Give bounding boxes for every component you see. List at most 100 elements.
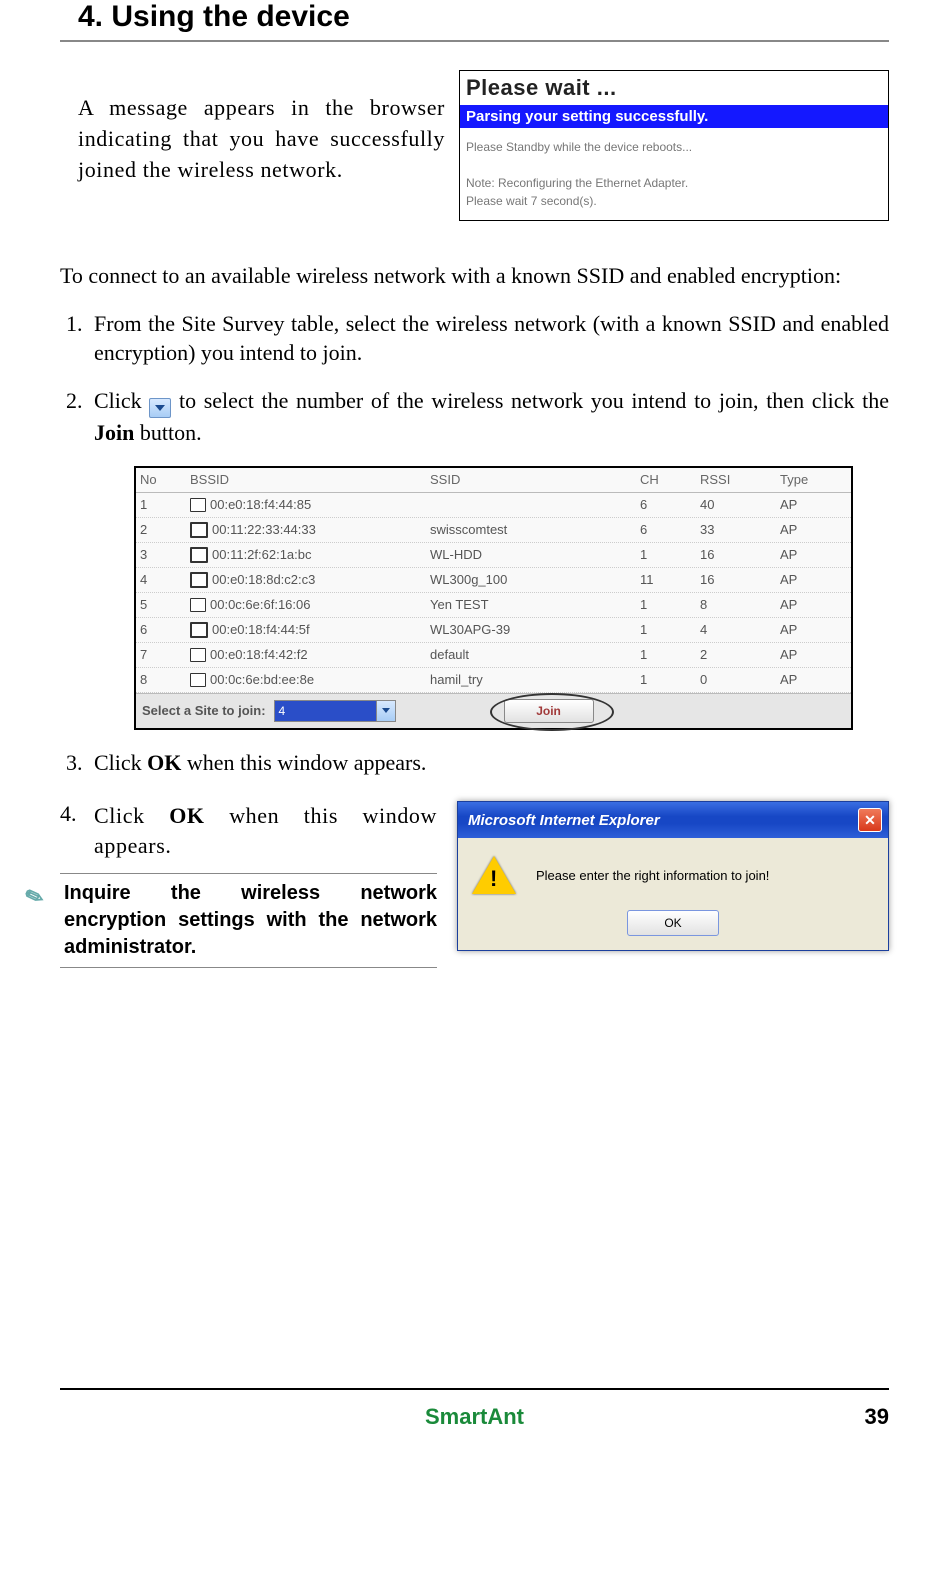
cell-rssi: 8 — [700, 596, 780, 614]
step-1: From the Site Survey table, select the w… — [88, 309, 889, 368]
paragraph-connect: To connect to an available wireless netw… — [60, 261, 889, 291]
table-row[interactable]: 300:11:2f:62:1a:bcWL-HDD116AP — [136, 543, 851, 568]
cell-bssid: 00:e0:18:8d:c2:c3 — [190, 571, 430, 589]
cell-rssi: 2 — [700, 646, 780, 664]
cell-ssid: Yen TEST — [430, 596, 640, 614]
step-4-number: 4. — [60, 801, 80, 860]
intro-paragraph: A message appears in the browser indicat… — [78, 92, 445, 199]
table-row[interactable]: 500:0c:6e:6f:16:06Yen TEST18AP — [136, 593, 851, 618]
col-rssi: RSSI — [700, 471, 780, 489]
computer-icon — [190, 572, 208, 588]
cell-ch: 1 — [640, 621, 700, 639]
dropdown-arrow-icon — [149, 398, 171, 418]
step-2: Click to select the number of the wirele… — [88, 386, 889, 730]
cell-ch: 1 — [640, 546, 700, 564]
computer-icon — [190, 622, 208, 638]
dialog-title: Microsoft Internet Explorer — [468, 812, 660, 829]
computer-icon — [190, 498, 206, 512]
col-ch: CH — [640, 471, 700, 489]
ok-word: OK — [169, 803, 204, 828]
cell-type: AP — [780, 546, 840, 564]
step-4: Click OK when this window appears. — [94, 801, 437, 860]
site-select-value: 4 — [275, 701, 376, 721]
close-icon[interactable]: ✕ — [858, 808, 882, 832]
footer-brand: SmartAnt — [425, 1404, 524, 1430]
step-2-text-b: to select the number of the wireless net… — [179, 388, 889, 413]
step-2-text-c: button. — [134, 420, 201, 445]
cell-ssid: swisscomtest — [430, 521, 640, 539]
cell-type: AP — [780, 646, 840, 664]
cell-ssid: hamil_try — [430, 671, 640, 689]
chapter-title: 4. Using the device — [78, 0, 889, 34]
table-row[interactable]: 800:0c:6e:bd:ee:8ehamil_try10AP — [136, 668, 851, 693]
survey-footer: Select a Site to join: 4 Join — [136, 693, 851, 728]
waitbox-line: Note: Reconfiguring the Ethernet Adapter… — [466, 174, 882, 192]
cell-ssid: default — [430, 646, 640, 664]
cell-type: AP — [780, 521, 840, 539]
waitbox-line: Please Standby while the device reboots.… — [466, 138, 882, 156]
step-3-text-a: Click — [94, 750, 147, 775]
cell-ssid: WL300g_100 — [430, 571, 640, 589]
step-2-text-a: Click — [94, 388, 149, 413]
computer-icon — [190, 598, 206, 612]
cell-bssid: 00:11:2f:62:1a:bc — [190, 546, 430, 564]
cell-ssid: WL30APG-39 — [430, 621, 640, 639]
internet-explorer-dialog-figure: Microsoft Internet Explorer ✕ Please ent… — [457, 801, 889, 951]
cell-bssid: 00:11:22:33:44:33 — [190, 521, 430, 539]
cell-bssid: 00:0c:6e:bd:ee:8e — [190, 671, 430, 689]
col-ssid: SSID — [430, 471, 640, 489]
col-type: Type — [780, 471, 840, 489]
cell-no: 2 — [140, 521, 190, 539]
highlight-ellipse — [490, 693, 614, 731]
pencil-note-icon: ✎ — [21, 878, 69, 962]
cell-bssid: 00:e0:18:f4:42:f2 — [190, 646, 430, 664]
cell-no: 7 — [140, 646, 190, 664]
computer-icon — [190, 547, 208, 563]
cell-type: AP — [780, 571, 840, 589]
cell-ch: 6 — [640, 496, 700, 514]
cell-ssid: WL-HDD — [430, 546, 640, 564]
site-survey-figure: No BSSID SSID CH RSSI Type 100:e0:18:f4:… — [134, 466, 853, 730]
cell-bssid: 00:e0:18:f4:44:5f — [190, 621, 430, 639]
table-row[interactable]: 400:e0:18:8d:c2:c3WL300g_1001116AP — [136, 568, 851, 593]
col-bssid: BSSID — [190, 471, 430, 489]
table-row[interactable]: 700:e0:18:f4:42:f2default12AP — [136, 643, 851, 668]
chevron-down-icon[interactable] — [376, 701, 395, 721]
cell-ch: 1 — [640, 596, 700, 614]
cell-ch: 1 — [640, 671, 700, 689]
note-callout: ✎ Inquire the wireless network encryptio… — [60, 873, 437, 968]
col-no: No — [140, 471, 190, 489]
cell-no: 5 — [140, 596, 190, 614]
cell-no: 8 — [140, 671, 190, 689]
waitbox-status-bar: Parsing your setting successfully. — [460, 105, 888, 128]
computer-icon — [190, 673, 206, 687]
step-3-text-b: when this window appears. — [181, 750, 426, 775]
warning-triangle-icon — [472, 856, 516, 894]
table-row[interactable]: 600:e0:18:f4:44:5fWL30APG-3914AP — [136, 618, 851, 643]
step-4-text-a: Click — [94, 803, 169, 828]
table-row[interactable]: 100:e0:18:f4:44:85640AP — [136, 493, 851, 518]
site-select-dropdown[interactable]: 4 — [274, 700, 396, 722]
cell-rssi: 33 — [700, 521, 780, 539]
ok-button[interactable]: OK — [627, 910, 719, 936]
cell-bssid: 00:0c:6e:6f:16:06 — [190, 596, 430, 614]
table-row[interactable]: 200:11:22:33:44:33swisscomtest633AP — [136, 518, 851, 543]
cell-type: AP — [780, 596, 840, 614]
cell-ch: 6 — [640, 521, 700, 539]
cell-type: AP — [780, 621, 840, 639]
cell-rssi: 4 — [700, 621, 780, 639]
footer-page-number: 39 — [865, 1404, 889, 1430]
dialog-titlebar: Microsoft Internet Explorer ✕ — [458, 802, 888, 838]
divider — [60, 40, 889, 42]
cell-ch: 1 — [640, 646, 700, 664]
step-3: Click OK when this window appears. — [88, 748, 889, 778]
cell-rssi: 0 — [700, 671, 780, 689]
cell-no: 4 — [140, 571, 190, 589]
please-wait-box-figure: Please wait ... Parsing your setting suc… — [459, 70, 889, 221]
join-word: Join — [94, 420, 134, 445]
page-footer: SmartAnt 39 — [60, 1388, 889, 1432]
cell-type: AP — [780, 496, 840, 514]
ok-word: OK — [147, 750, 181, 775]
survey-header-row: No BSSID SSID CH RSSI Type — [136, 468, 851, 493]
cell-rssi: 16 — [700, 571, 780, 589]
